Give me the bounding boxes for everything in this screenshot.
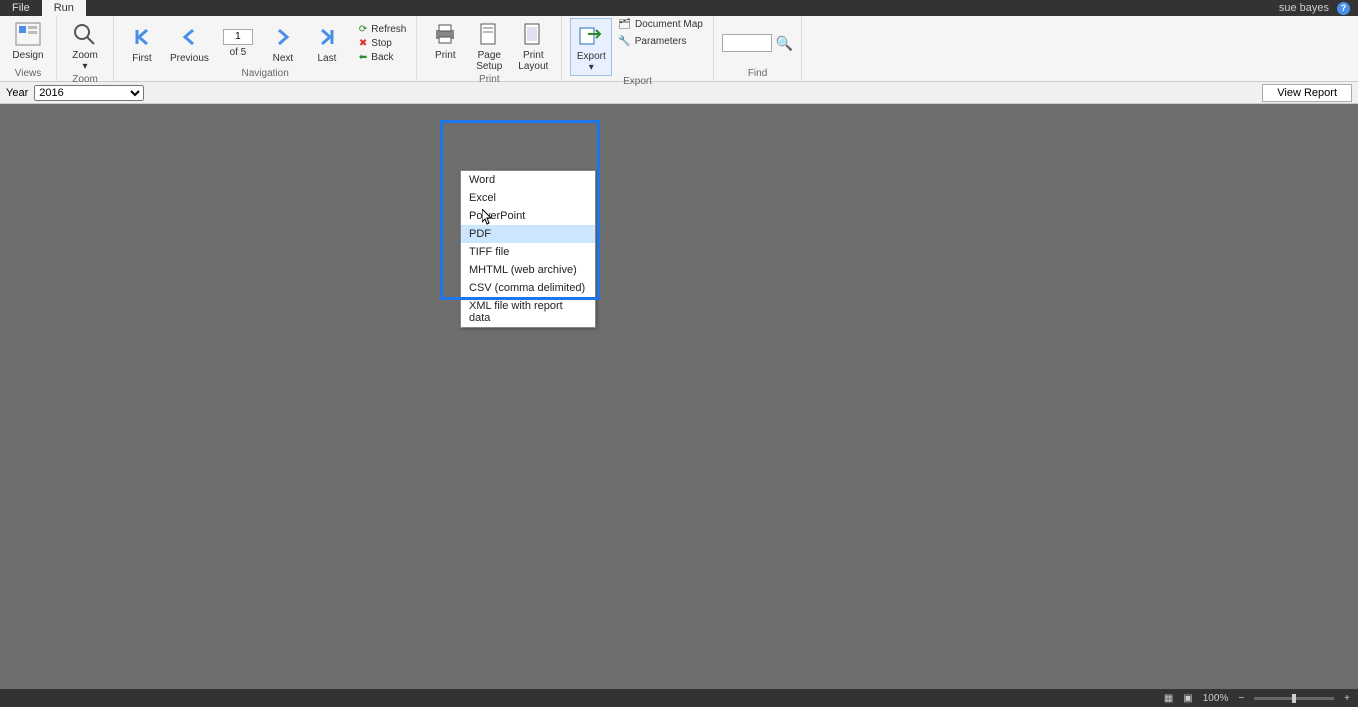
first-icon xyxy=(126,23,158,51)
refresh-button[interactable]: ⟳Refresh xyxy=(357,23,408,36)
status-icon-2[interactable]: ▣ xyxy=(1183,693,1192,704)
next-icon xyxy=(267,23,299,51)
design-button[interactable]: Design xyxy=(8,18,48,63)
parameters-button[interactable]: 🔧Parameters xyxy=(616,35,705,48)
export-option-xml-file-with-report-data[interactable]: XML file with report data xyxy=(461,297,595,327)
group-find-label: Find xyxy=(748,68,767,81)
print-layout-button[interactable]: Print Layout xyxy=(513,18,553,74)
previous-page-button[interactable]: Previous xyxy=(166,21,213,66)
group-views-label: Views xyxy=(15,68,42,81)
design-icon xyxy=(12,20,44,48)
year-select[interactable]: 2016 xyxy=(34,85,144,101)
status-bar: ▦ ▣ 100% − + xyxy=(0,689,1358,707)
group-navigation-label: Navigation xyxy=(242,68,289,81)
zoom-out-button[interactable]: − xyxy=(1238,693,1244,704)
export-option-excel[interactable]: Excel xyxy=(461,189,595,207)
find-input[interactable] xyxy=(722,34,772,52)
refresh-icon: ⟳ xyxy=(359,24,367,35)
zoom-icon xyxy=(69,20,101,48)
export-button[interactable]: Export▾ xyxy=(570,18,612,76)
help-icon[interactable]: ? xyxy=(1337,2,1350,15)
page-setup-icon xyxy=(473,20,505,48)
zoom-percent: 100% xyxy=(1203,693,1229,704)
group-print-label: Print xyxy=(479,74,500,87)
parameters-icon: 🔧 xyxy=(618,36,630,47)
page-number-input[interactable] xyxy=(223,29,253,45)
next-page-button[interactable]: Next xyxy=(263,21,303,66)
document-map-button[interactable]: 🗂Document Map xyxy=(616,18,705,31)
find-icon[interactable]: 🔍 xyxy=(776,35,793,52)
last-page-button[interactable]: Last xyxy=(307,21,347,66)
first-page-button[interactable]: First xyxy=(122,21,162,66)
stop-icon: ✖ xyxy=(359,38,367,49)
print-button[interactable]: Print xyxy=(425,18,465,63)
export-dropdown: WordExcelPowerPointPDFTIFF fileMHTML (we… xyxy=(460,170,596,328)
export-option-pdf[interactable]: PDF xyxy=(461,225,595,243)
tab-file[interactable]: File xyxy=(0,0,42,16)
export-option-csv-comma-delimited-[interactable]: CSV (comma delimited) xyxy=(461,279,595,297)
print-layout-icon xyxy=(517,20,549,48)
doc-map-icon: 🗂 xyxy=(618,19,631,30)
view-report-button[interactable]: View Report xyxy=(1262,84,1352,102)
parameters-bar: Year 2016 View Report xyxy=(0,82,1358,104)
tab-run[interactable]: Run xyxy=(42,0,86,16)
stop-button[interactable]: ✖Stop xyxy=(357,37,408,50)
status-icon-1[interactable]: ▦ xyxy=(1164,693,1173,704)
ribbon: Design Views Zoom▾ Zoom First Previous xyxy=(0,16,1358,82)
back-icon: ⬅ xyxy=(359,52,367,63)
export-option-mhtml-web-archive-[interactable]: MHTML (web archive) xyxy=(461,261,595,279)
export-option-powerpoint[interactable]: PowerPoint xyxy=(461,207,595,225)
export-option-word[interactable]: Word xyxy=(461,171,595,189)
current-user: sue bayes xyxy=(1279,2,1329,14)
page-of-label: of 5 xyxy=(230,47,247,58)
page-setup-button[interactable]: Page Setup xyxy=(469,18,509,74)
back-button[interactable]: ⬅Back xyxy=(357,51,408,64)
page-number-group: of 5 xyxy=(217,29,259,58)
group-export-label: Export xyxy=(623,76,652,89)
zoom-button[interactable]: Zoom▾ xyxy=(65,18,105,74)
previous-icon xyxy=(173,23,205,51)
print-icon xyxy=(429,20,461,48)
last-icon xyxy=(311,23,343,51)
export-icon xyxy=(575,21,607,49)
zoom-in-button[interactable]: + xyxy=(1344,693,1350,704)
year-label: Year xyxy=(6,87,28,99)
zoom-slider[interactable] xyxy=(1254,697,1334,700)
export-option-tiff-file[interactable]: TIFF file xyxy=(461,243,595,261)
